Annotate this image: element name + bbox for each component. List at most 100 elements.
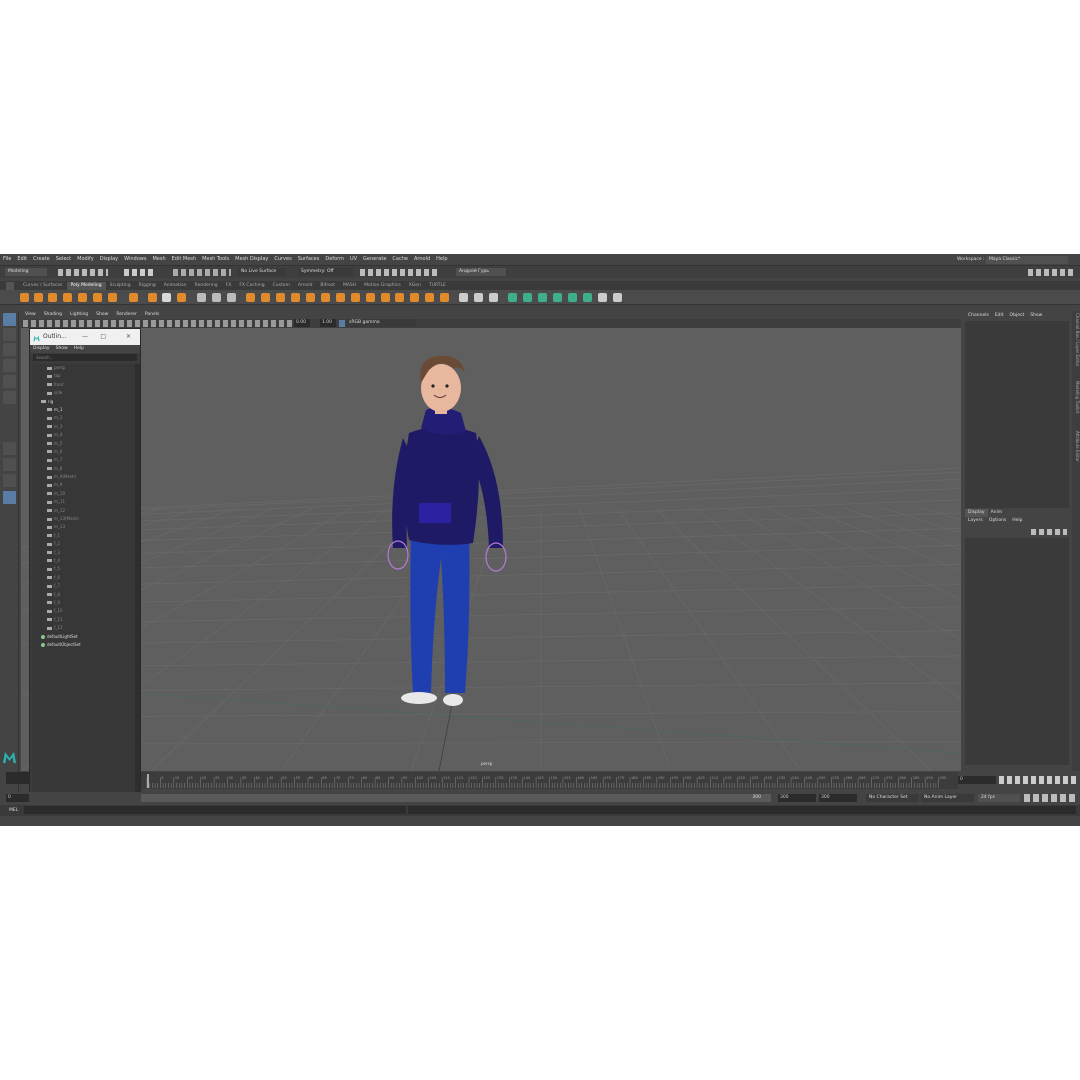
channel-box-tab-channels[interactable]: Channels bbox=[965, 312, 992, 320]
viewport-menu-show[interactable]: Show bbox=[92, 311, 112, 319]
panel-toggle-icons[interactable] bbox=[1028, 269, 1076, 276]
menu-edit-mesh[interactable]: Edit Mesh bbox=[169, 254, 199, 265]
outliner-item[interactable]: m_6 bbox=[32, 448, 135, 456]
maximize-icon[interactable]: □ bbox=[100, 329, 106, 345]
shelf-tool-icon[interactable] bbox=[162, 293, 171, 302]
outliner-item[interactable]: m_13(Mesh) bbox=[32, 515, 135, 523]
outliner-item[interactable]: m_11 bbox=[32, 498, 135, 506]
viewport-toolbar-icons[interactable] bbox=[23, 320, 293, 327]
outliner-item[interactable]: f_7 bbox=[32, 582, 135, 590]
layer-editor-tab-anim[interactable]: Anim bbox=[988, 509, 1006, 517]
viewport-menu-view[interactable]: View bbox=[21, 311, 40, 319]
shelf-tool-icon[interactable] bbox=[538, 293, 547, 302]
shelf-tool-icon[interactable] bbox=[568, 293, 577, 302]
menu-uv[interactable]: UV bbox=[347, 254, 360, 265]
side-tab[interactable]: Attribute Editor bbox=[1072, 431, 1080, 462]
color-space-dropdown[interactable]: sRGB gamma bbox=[346, 319, 416, 327]
start-frame-field[interactable]: 0 bbox=[6, 794, 29, 802]
outliner-item[interactable]: rig bbox=[32, 398, 135, 406]
shelf-tool-icon[interactable] bbox=[246, 293, 255, 302]
menu-cache[interactable]: Cache bbox=[389, 254, 411, 265]
shelf-tool-icon[interactable] bbox=[108, 293, 117, 302]
shelf-tab-xgen[interactable]: XGen bbox=[405, 282, 425, 290]
menu-surfaces[interactable]: Surfaces bbox=[295, 254, 323, 265]
mel-input[interactable] bbox=[24, 806, 406, 814]
single-view-icon[interactable] bbox=[3, 442, 16, 455]
fps-dropdown[interactable]: 24 fps bbox=[978, 794, 1020, 802]
shelf-tool-icon[interactable] bbox=[34, 293, 43, 302]
viewport-menu-shading[interactable]: Shading bbox=[40, 311, 66, 319]
mode-dropdown[interactable]: Modeling bbox=[5, 268, 47, 276]
outliner-item[interactable]: m_5 bbox=[32, 440, 135, 448]
shelf-tab-curves-surfaces[interactable]: Curves / Surfaces bbox=[19, 282, 67, 290]
shelf-tool-icon[interactable] bbox=[321, 293, 330, 302]
shelf-tab-rigging[interactable]: Rigging bbox=[135, 282, 160, 290]
shelf-tool-icon[interactable] bbox=[489, 293, 498, 302]
side-tab[interactable]: Channel Box / Layer Editor bbox=[1072, 313, 1080, 366]
render-icons[interactable] bbox=[360, 269, 438, 276]
outliner-item[interactable]: m_10 bbox=[32, 490, 135, 498]
snap-icons[interactable] bbox=[173, 269, 231, 276]
workspace-dropdown[interactable]: Maya Classic* bbox=[986, 256, 1068, 264]
outliner-item[interactable]: persp bbox=[32, 364, 135, 372]
outliner-item[interactable]: f_11 bbox=[32, 616, 135, 624]
outliner-layout-icon[interactable] bbox=[3, 491, 16, 504]
shelf-tool-icon[interactable] bbox=[425, 293, 434, 302]
move-tool-icon[interactable] bbox=[3, 359, 16, 372]
shelf-tool-icon[interactable] bbox=[306, 293, 315, 302]
outliner-item[interactable]: m_2 bbox=[32, 414, 135, 422]
shelf-tab-poly-modeling[interactable]: Poly Modeling bbox=[66, 282, 106, 290]
menu-deform[interactable]: Deform bbox=[322, 254, 347, 265]
outliner-menu-help[interactable]: Help bbox=[71, 345, 87, 353]
outliner-item[interactable]: m_1 bbox=[32, 406, 135, 414]
scale-tool-icon[interactable] bbox=[3, 391, 16, 404]
shelf-tab-motion-graphics[interactable]: Motion Graphics bbox=[360, 282, 405, 290]
shelf-tab-turtle[interactable]: TURTLE bbox=[425, 282, 450, 290]
outliner-item[interactable]: f_4 bbox=[32, 557, 135, 565]
layer-editor-menu-options[interactable]: Options bbox=[986, 517, 1009, 525]
shelf-tool-icon[interactable] bbox=[508, 293, 517, 302]
far-clip-field[interactable]: 1.00 bbox=[320, 319, 336, 327]
outliner-item[interactable]: f_10 bbox=[32, 607, 135, 615]
shelf-tab-fx[interactable]: FX bbox=[222, 282, 236, 290]
outliner-item[interactable]: f_1 bbox=[32, 532, 135, 540]
shelf-tool-icon[interactable] bbox=[381, 293, 390, 302]
shelf-tool-icon[interactable] bbox=[20, 293, 29, 302]
outliner-item[interactable]: m_4 bbox=[32, 431, 135, 439]
outliner-item[interactable]: front bbox=[32, 381, 135, 389]
shelf-tool-icon[interactable] bbox=[48, 293, 57, 302]
range-slider[interactable]: 300 bbox=[141, 794, 771, 802]
outliner-item[interactable]: defaultLightSet bbox=[32, 633, 135, 641]
menu-create[interactable]: Create bbox=[30, 254, 53, 265]
current-frame-field[interactable]: 0 bbox=[958, 776, 996, 784]
outliner-item[interactable]: f_9 bbox=[32, 599, 135, 607]
perspective-viewport[interactable]: View Shading Lighting Show Renderer Panels 0.… bbox=[21, 311, 961, 771]
outliner-search-input[interactable]: Search... bbox=[33, 354, 137, 361]
outliner-item[interactable]: m_7 bbox=[32, 456, 135, 464]
shelf-tab-arnold[interactable]: Arnold bbox=[294, 282, 317, 290]
color-management-icon[interactable] bbox=[339, 320, 345, 327]
time-slider[interactable]: 5 10 15 20 25 30 35 40 45 50 55 60 65 70 75 80 85 90 95 100… bbox=[141, 772, 958, 789]
shelf-tool-icon[interactable] bbox=[613, 293, 622, 302]
outliner-window[interactable]: Outlin... — □ ✕ Display Show Help Search..… bbox=[29, 328, 141, 804]
menu-select[interactable]: Select bbox=[53, 254, 74, 265]
layer-editor-menu-layers[interactable]: Layers bbox=[965, 517, 986, 525]
shelf-tool-icon[interactable] bbox=[336, 293, 345, 302]
shelf-tool-icon[interactable] bbox=[395, 293, 404, 302]
menu-mesh-display[interactable]: Mesh Display bbox=[232, 254, 271, 265]
shelf-tool-icon[interactable] bbox=[291, 293, 300, 302]
minimize-icon[interactable]: — bbox=[82, 329, 88, 345]
shelf-tool-icon[interactable] bbox=[440, 293, 449, 302]
outliner-item[interactable]: f_5 bbox=[32, 565, 135, 573]
shelf-tool-icon[interactable] bbox=[78, 293, 87, 302]
shelf-tool-icon[interactable] bbox=[523, 293, 532, 302]
outliner-item[interactable]: f_3 bbox=[32, 549, 135, 557]
paint-select-tool-icon[interactable] bbox=[3, 343, 16, 356]
shelf-tool-icon[interactable] bbox=[410, 293, 419, 302]
close-icon[interactable]: ✕ bbox=[126, 329, 131, 345]
shelf-tool-icon[interactable] bbox=[583, 293, 592, 302]
current-time-marker[interactable] bbox=[147, 774, 149, 788]
shelf-tool-icon[interactable] bbox=[366, 293, 375, 302]
four-view-icon[interactable] bbox=[3, 458, 16, 471]
menu-help[interactable]: Help bbox=[433, 254, 450, 265]
